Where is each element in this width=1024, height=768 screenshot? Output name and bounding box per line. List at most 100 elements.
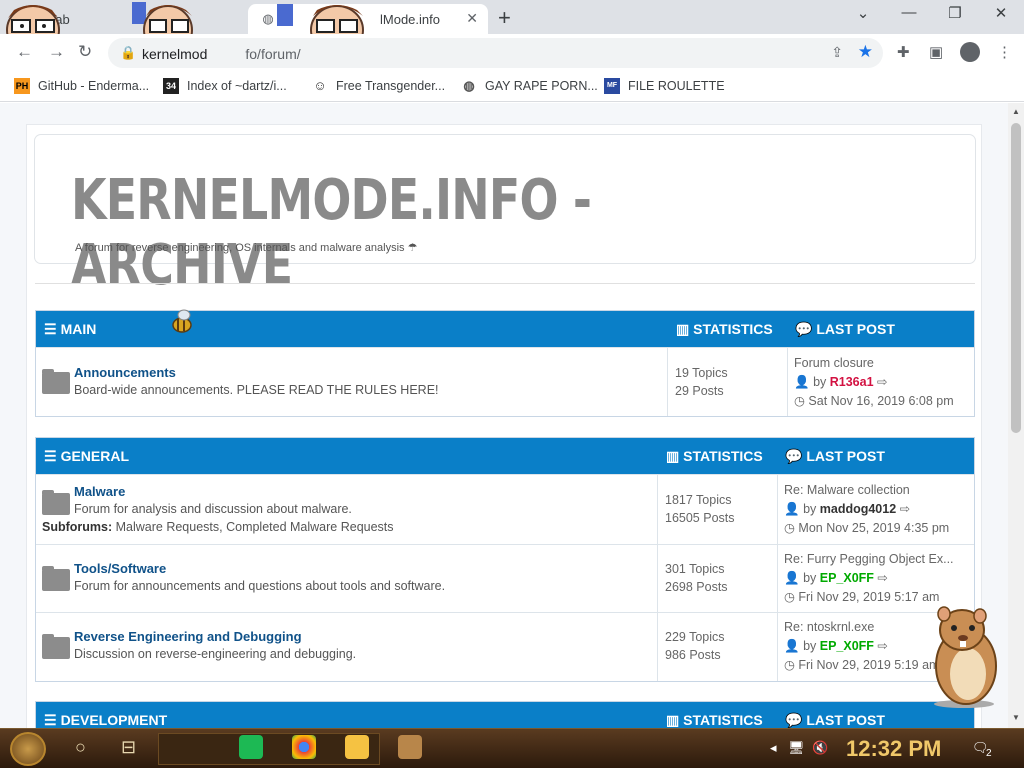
url-text: kernelmod fo/forum/ [142,46,301,62]
tab-label: lMode.info [380,11,440,27]
last-post-label: LAST POST [806,448,885,464]
extensions-puzzle-icon[interactable]: ✚ [897,43,910,61]
comments-icon: 💬 [795,321,813,337]
bookmark-item[interactable]: MF FILE ROULETTE [604,78,725,94]
last-post-title[interactable]: Re: Furry Pegging Object Ex... [784,550,954,569]
chevron-left-icon[interactable]: ◂ [770,740,777,756]
last-post: Forum closure 👤 by R136a1 ⇨ ◷ Sat Nov 16… [787,348,954,416]
notes-app-icon[interactable] [239,735,263,759]
forum-stats: 301 Topics 2698 Posts [657,545,728,612]
tab-search-chevron-icon[interactable]: ⌄ [840,4,886,22]
folder-icon [42,566,70,591]
hamster-sticker [934,606,997,708]
task-view-icon[interactable]: ⊟ [121,737,136,758]
forum-stats: 229 Topics 986 Posts [657,613,725,681]
last-post: Re: Furry Pegging Object Ex... 👤 by EP_X… [777,545,954,612]
section-title[interactable]: ☰ DEVELOPMENT [44,712,167,728]
file-explorer-icon[interactable] [345,735,369,759]
lock-icon[interactable]: 🔒 [120,45,136,61]
reload-icon[interactable]: ↻ [78,42,92,62]
bookmark-item[interactable]: ◍ GAY RAPE PORN... [461,78,597,94]
chrome-icon[interactable] [292,735,316,759]
last-post-user[interactable]: R136a1 [830,375,874,389]
goto-post-icon[interactable]: ⇨ [877,571,887,585]
network-icon[interactable]: 🖥 [788,740,805,756]
section-title[interactable]: ☰ GENERAL [44,448,129,465]
app-icon[interactable] [398,735,422,759]
menu-kebab-icon[interactable]: ⋮ [997,43,1012,61]
back-arrow-icon[interactable]: ← [16,42,33,62]
bookmark-item[interactable]: ☺ Free Transgender... [312,78,445,94]
ph-logo-icon: PH [14,78,30,94]
forum-link[interactable]: Announcements [74,365,176,380]
subforums: Subforums: Malware Requests, Completed M… [42,520,394,534]
bar-chart-icon: ▥ [666,448,680,464]
section-title[interactable]: ☰ MAIN [44,321,96,338]
last-post-title[interactable]: Forum closure [794,354,954,373]
last-post-header: 💬 LAST POST [785,712,885,728]
tab-close-icon[interactable]: ✕ [466,10,478,27]
bookmark-star-icon[interactable]: ★ [858,42,873,62]
last-post-user[interactable]: maddog4012 [820,502,896,516]
forum-row: Tools/Software Forum for announcements a… [36,544,974,612]
statistics-label: STATISTICS [683,712,763,728]
last-post-title[interactable]: Re: ntoskrnl.exe [784,618,939,637]
forward-arrow-icon[interactable]: → [48,42,65,62]
volume-muted-icon[interactable]: 🔇 [812,740,828,756]
clock-time[interactable]: 12:32 PM [846,736,941,762]
user-icon: 👤 [784,502,800,516]
statistics-header: ▥ STATISTICS [666,448,763,465]
last-post-user[interactable]: EP_X0FF [820,639,874,653]
vertical-scrollbar[interactable]: ▲ ▼ [1008,103,1024,728]
by-label: by [803,502,817,516]
goto-post-icon[interactable]: ⇨ [900,502,910,516]
cortana-icon[interactable]: ○ [75,737,86,758]
comments-icon: 💬 [785,712,803,728]
forum-link[interactable]: Reverse Engineering and Debugging [74,629,302,644]
last-post-user[interactable]: EP_X0FF [820,571,874,585]
address-bar[interactable]: 🔒 kernelmod fo/forum/ ⇪ ★ [108,38,883,68]
forum-link[interactable]: Malware [74,484,125,499]
last-post-title[interactable]: Re: Malware collection [784,481,949,500]
clock-icon: ◷ [784,658,795,672]
new-tab-button[interactable]: + [498,5,511,31]
forum-section-general: ☰ GENERAL ▥ STATISTICS 💬 LAST POST Malwar… [35,437,975,682]
scroll-down-icon[interactable]: ▼ [1012,713,1020,722]
forum-description: Forum for analysis and discussion about … [74,502,352,516]
posts-count: 29 Posts [675,384,724,398]
forum-wrap: KERNELMODE.INFO - ARCHIVE A forum for re… [26,124,982,728]
profile-avatar[interactable] [960,42,980,62]
bookmark-label: FILE ROULETTE [628,79,725,93]
bookmark-item[interactable]: PH GitHub - Enderma... [14,78,149,94]
bookmark-item[interactable]: 34 Index of ~dartz/i... [163,78,287,94]
forum-link[interactable]: Tools/Software [74,561,166,576]
close-window-button[interactable]: ✕ [978,4,1024,22]
folder-locked-icon [42,369,70,394]
page-viewport: KERNELMODE.INFO - ARCHIVE A forum for re… [0,103,1008,728]
minimize-button[interactable]: — [886,4,932,21]
clock-icon: ◷ [784,521,795,535]
side-panel-icon[interactable]: ▣ [929,43,943,61]
last-post-date: Fri Nov 29, 2019 5:19 am [798,658,940,672]
goto-post-icon[interactable]: ⇨ [877,639,887,653]
scroll-up-icon[interactable]: ▲ [1012,107,1020,116]
taskbar: ○ ⊟ ◂ 🖥 🔇 12:32 PM 🗨 2 [0,728,1024,768]
subforum-links[interactable]: Malware Requests, Completed Malware Requ… [116,520,394,534]
start-button[interactable] [10,732,46,766]
scroll-thumb[interactable] [1011,123,1021,433]
by-label: by [803,639,817,653]
divider [35,283,975,284]
last-post-header: 💬 LAST POST [795,321,895,338]
bar-chart-icon: ▥ [676,321,690,337]
restore-button[interactable]: ❐ [932,4,978,22]
forum-row: Reverse Engineering and Debugging Discus… [36,612,974,681]
share-icon[interactable]: ⇪ [831,44,843,61]
topics-count: 1817 Topics [665,493,732,507]
section-title-text: DEVELOPMENT [60,712,168,728]
goto-post-icon[interactable]: ⇨ [877,375,887,389]
forum-stats: 1817 Topics 16505 Posts [657,475,735,544]
url-host: kernelmod [142,46,208,62]
subforums-label: Subforums: [42,520,113,534]
site-title[interactable]: KERNELMODE.INFO - ARCHIVE [71,168,812,298]
statistics-header: ▥ STATISTICS [676,321,773,338]
